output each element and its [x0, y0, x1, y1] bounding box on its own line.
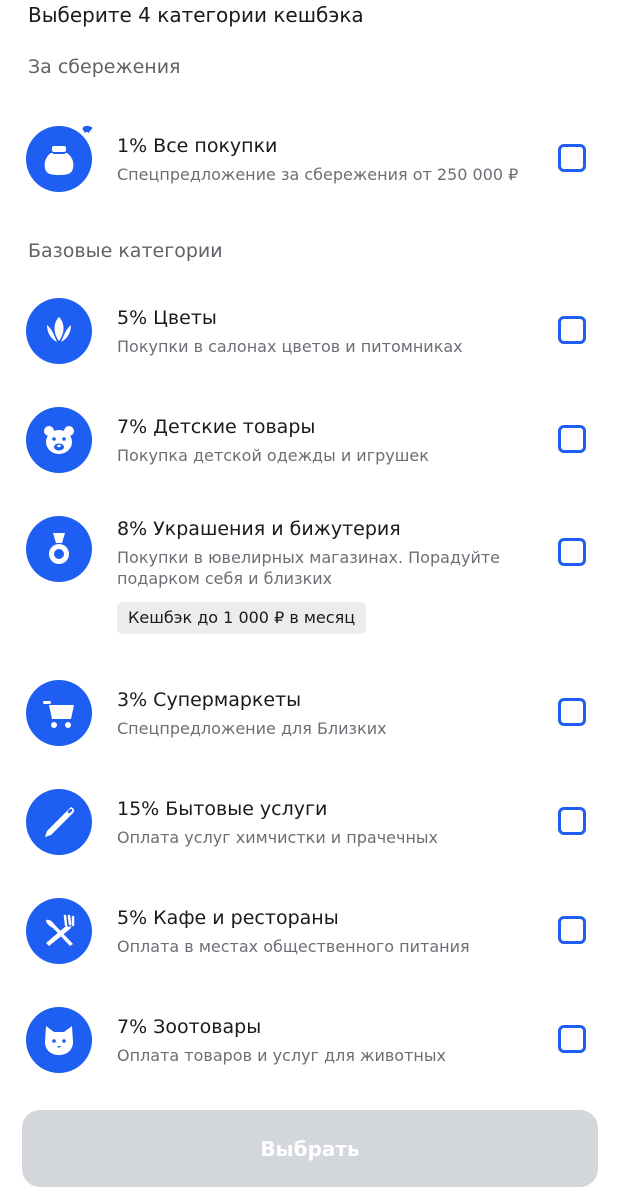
category-item-household-services[interactable]: 15% Бытовые услуги Оплата услуг химчистк… — [0, 789, 623, 855]
needle-icon — [45, 807, 75, 837]
item-title: 1% Все покупки — [117, 135, 278, 157]
item-subtitle: Спецпредложение за сбережения от 250 000… — [117, 165, 519, 184]
section-label-savings: За сбережения — [28, 56, 181, 78]
icon-circle — [26, 789, 92, 855]
item-title: 15% Бытовые услуги — [117, 798, 328, 820]
item-title: 7% Зоотовары — [117, 1016, 262, 1038]
icon-circle — [26, 407, 92, 473]
category-checkbox[interactable] — [558, 144, 586, 172]
shopping-cart-icon — [43, 701, 74, 728]
teddy-bear-icon — [44, 426, 74, 454]
item-subtitle: Оплата в местах общественного питания — [117, 937, 470, 956]
item-title: 5% Цветы — [117, 307, 217, 329]
category-checkbox[interactable] — [558, 698, 586, 726]
icon-circle — [26, 1007, 92, 1073]
category-checkbox[interactable] — [558, 538, 586, 566]
icon-circle — [26, 898, 92, 964]
category-item-all-purchases[interactable]: 1% Все покупки Спецпредложение за сбереж… — [0, 120, 623, 192]
item-subtitle: Покупки в салонах цветов и питомниках — [117, 337, 463, 356]
piggy-badge-icon — [79, 120, 95, 136]
cutlery-icon — [46, 914, 75, 946]
section-label-base: Базовые категории — [28, 240, 223, 262]
item-subtitle: Покупки в ювелирных магазинах. Порадуйте… — [117, 548, 501, 588]
category-item-flowers[interactable]: 5% Цветы Покупки в салонах цветов и пито… — [0, 298, 623, 364]
category-checkbox[interactable] — [558, 316, 586, 344]
icon-circle — [26, 126, 92, 192]
icon-circle — [26, 298, 92, 364]
medal-icon — [49, 533, 69, 564]
select-button[interactable]: Выбрать — [22, 1110, 598, 1187]
item-subtitle: Спецпредложение для Близких — [117, 719, 387, 738]
category-checkbox[interactable] — [558, 916, 586, 944]
category-checkbox[interactable] — [558, 1025, 586, 1053]
category-item-supermarkets[interactable]: 3% Супермаркеты Спецпредложение для Близ… — [0, 680, 623, 746]
money-bag-icon — [44, 146, 74, 175]
cat-icon — [45, 1026, 73, 1055]
category-item-pet-goods[interactable]: 7% Зоотовары Оплата товаров и услуг для … — [0, 1007, 623, 1073]
item-title: 8% Украшения и бижутерия — [117, 518, 401, 540]
category-item-kids-goods[interactable]: 7% Детские товары Покупка детской одежды… — [0, 407, 623, 473]
category-item-cafes[interactable]: 5% Кафе и рестораны Оплата в местах обще… — [0, 898, 623, 964]
item-subtitle: Оплата товаров и услуг для животных — [117, 1046, 446, 1065]
category-checkbox[interactable] — [558, 807, 586, 835]
icon-circle — [26, 516, 92, 582]
cashback-limit-badge: Кешбэк до 1 000 ₽ в месяц — [117, 602, 367, 634]
item-title: 7% Детские товары — [117, 416, 316, 438]
category-checkbox[interactable] — [558, 425, 586, 453]
item-title: 5% Кафе и рестораны — [117, 907, 339, 929]
item-title: 3% Супермаркеты — [117, 689, 302, 711]
category-item-jewelry[interactable]: 8% Украшения и бижутерия Покупки в ювели… — [0, 516, 623, 638]
item-subtitle: Покупка детской одежды и игрушек — [117, 446, 429, 465]
item-subtitle: Оплата услуг химчистки и прачечных — [117, 828, 439, 847]
flower-icon — [47, 317, 71, 342]
icon-circle — [26, 680, 92, 746]
page-title: Выберите 4 категории кешбэка — [28, 3, 364, 27]
